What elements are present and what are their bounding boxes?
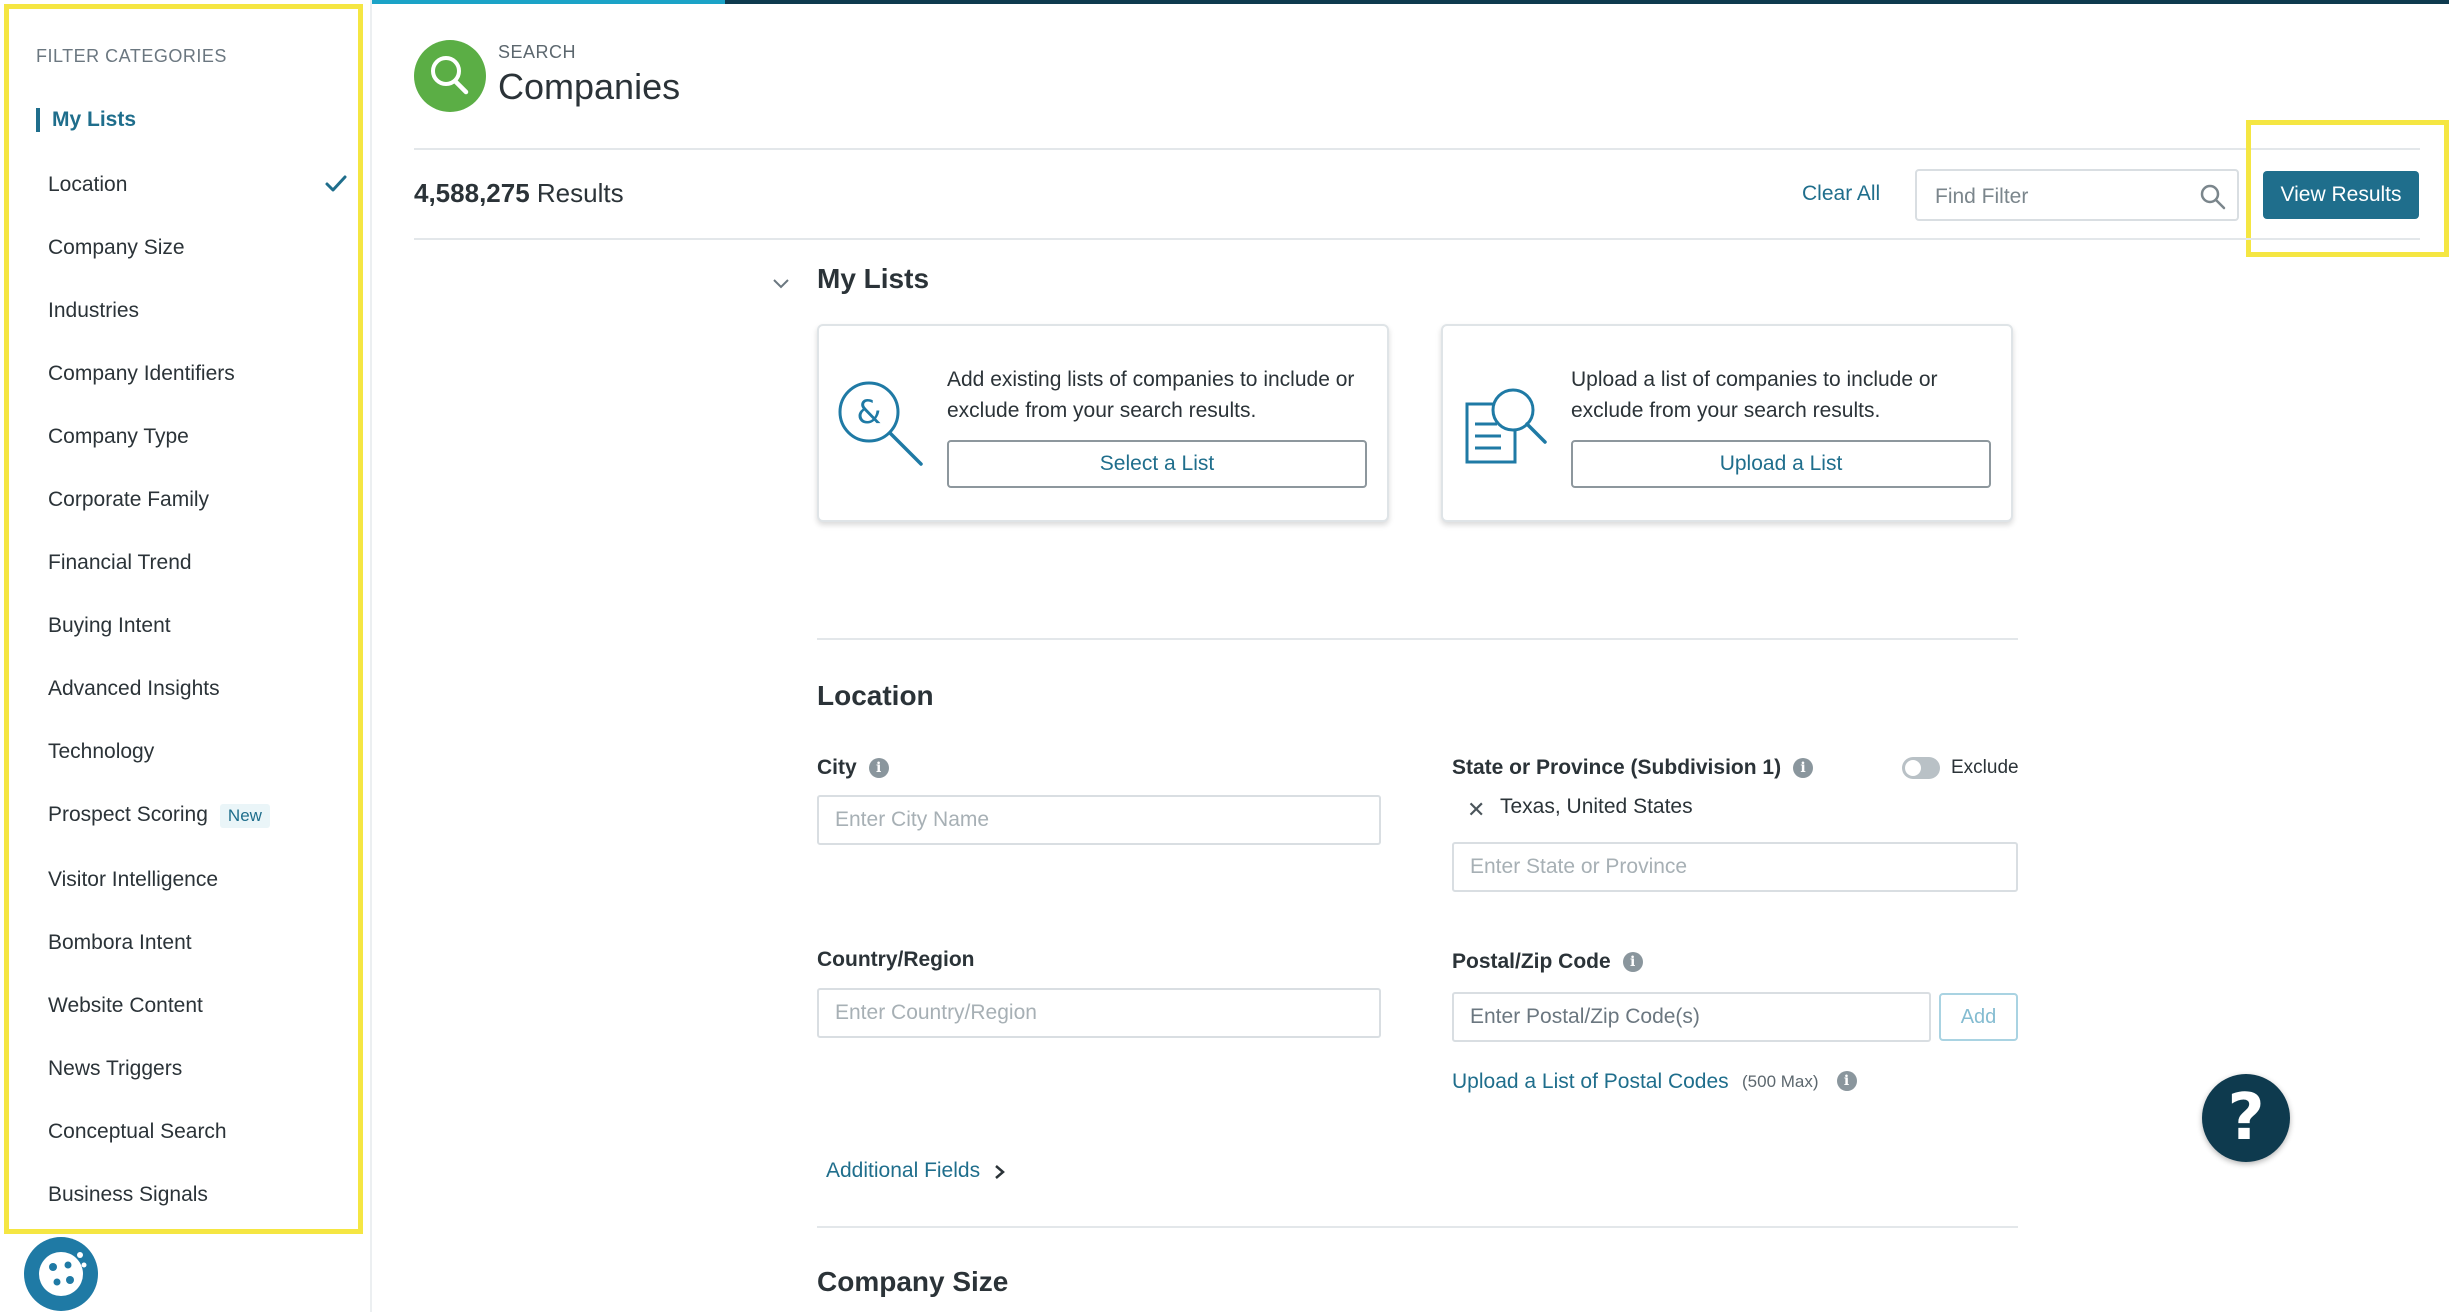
cookie-icon bbox=[39, 1252, 87, 1296]
divider bbox=[817, 638, 2018, 640]
sidebar-item-industries[interactable]: Industries bbox=[48, 299, 139, 323]
upload-list-button[interactable]: Upload a List bbox=[1571, 440, 1991, 488]
checkmark-icon bbox=[325, 175, 347, 192]
postal-input[interactable] bbox=[1454, 994, 1929, 1040]
upload-postal-codes-link[interactable]: Upload a List of Postal Codes bbox=[1452, 1070, 1729, 1094]
field-label-text: Postal/Zip Code bbox=[1452, 950, 1611, 973]
max-note: (500 Max) i bbox=[1742, 1071, 1857, 1092]
remove-selection-icon[interactable]: ✕ bbox=[1467, 797, 1485, 823]
field-label-text: State or Province (Subdivision 1) bbox=[1452, 756, 1782, 779]
sidebar-item-website-content[interactable]: Website Content bbox=[48, 994, 203, 1018]
divider bbox=[414, 238, 2420, 240]
help-button[interactable]: ? bbox=[2202, 1074, 2290, 1162]
sidebar-item-buying-intent[interactable]: Buying Intent bbox=[48, 614, 171, 638]
sidebar-item-financial-trend[interactable]: Financial Trend bbox=[48, 551, 192, 575]
search-label: SEARCH bbox=[498, 42, 577, 62]
filter-sidebar: FILTER CATEGORIES My Lists Location Comp… bbox=[0, 0, 372, 1312]
find-filter-input[interactable] bbox=[1933, 181, 2197, 213]
sidebar-item-news-triggers[interactable]: News Triggers bbox=[48, 1057, 182, 1081]
additional-fields-link[interactable]: Additional Fields bbox=[826, 1159, 980, 1183]
add-postal-button[interactable]: Add bbox=[1939, 993, 2018, 1041]
country-input[interactable] bbox=[819, 990, 1379, 1036]
info-icon[interactable]: i bbox=[868, 758, 889, 778]
sidebar-item-conceptual-search[interactable]: Conceptual Search bbox=[48, 1120, 227, 1144]
results-number: 4,588,275 bbox=[414, 178, 530, 208]
postal-label: Postal/Zip Code i bbox=[1452, 950, 1643, 974]
select-list-card: & Add existing lists of companies to inc… bbox=[817, 324, 1389, 522]
clear-all-link[interactable]: Clear All bbox=[1802, 182, 1880, 206]
sidebar-item-bombora-intent[interactable]: Bombora Intent bbox=[48, 931, 192, 955]
chevron-down-icon[interactable] bbox=[770, 272, 792, 294]
exclude-label: Exclude bbox=[1951, 757, 2019, 778]
new-badge: New bbox=[219, 804, 270, 828]
search-icon[interactable] bbox=[2199, 183, 2227, 211]
toggle-knob bbox=[1905, 760, 1921, 776]
divider bbox=[414, 148, 2420, 150]
section-title-location: Location bbox=[817, 680, 934, 711]
city-label: City i bbox=[817, 756, 889, 780]
results-count: 4,588,275 Results bbox=[414, 178, 624, 209]
page-title: Companies bbox=[498, 66, 681, 107]
results-label: Results bbox=[536, 178, 624, 208]
sidebar-item-technology[interactable]: Technology bbox=[48, 740, 154, 764]
list-search-icon: & bbox=[838, 381, 923, 466]
max-note-text: (500 Max) bbox=[1742, 1072, 1819, 1091]
sidebar-item-business-signals[interactable]: Business Signals bbox=[48, 1183, 208, 1207]
postal-field[interactable] bbox=[1452, 992, 1931, 1042]
sidebar-item-company-size[interactable]: Company Size bbox=[48, 236, 185, 260]
sidebar-item-location[interactable]: Location bbox=[48, 173, 127, 197]
city-input[interactable] bbox=[819, 797, 1379, 843]
cookie-settings-button[interactable] bbox=[24, 1237, 98, 1311]
sidebar-item-advanced-insights[interactable]: Advanced Insights bbox=[48, 677, 220, 701]
section-title-my-lists: My Lists bbox=[817, 263, 930, 294]
divider bbox=[817, 1226, 2018, 1228]
sidebar-item-label: Prospect Scoring bbox=[48, 803, 208, 826]
sidebar-title: FILTER CATEGORIES bbox=[36, 46, 227, 66]
find-filter-field[interactable] bbox=[1915, 169, 2239, 221]
info-icon[interactable]: i bbox=[1836, 1071, 1857, 1091]
sidebar-item-visitor-intelligence[interactable]: Visitor Intelligence bbox=[48, 868, 218, 892]
chevron-right-icon[interactable] bbox=[993, 1163, 1007, 1181]
country-field[interactable] bbox=[817, 988, 1381, 1038]
top-progress-accent bbox=[372, 0, 725, 4]
search-icon bbox=[414, 40, 486, 112]
sidebar-item-my-lists[interactable]: My Lists bbox=[36, 108, 136, 132]
state-field[interactable] bbox=[1452, 842, 2018, 892]
country-label: Country/Region bbox=[817, 948, 975, 971]
sidebar-item-company-type[interactable]: Company Type bbox=[48, 425, 189, 449]
select-list-button[interactable]: Select a List bbox=[947, 440, 1367, 488]
sidebar-item-corporate-family[interactable]: Corporate Family bbox=[48, 488, 209, 512]
state-input[interactable] bbox=[1454, 844, 2016, 890]
exclude-toggle[interactable] bbox=[1902, 757, 1940, 779]
card-description: Upload a list of companies to include or… bbox=[1571, 368, 1938, 422]
sidebar-item-prospect-scoring[interactable]: Prospect Scoring New bbox=[48, 803, 270, 828]
svg-text:&: & bbox=[857, 393, 882, 431]
document-search-icon bbox=[1465, 388, 1547, 464]
selected-state: Texas, United States bbox=[1500, 795, 1693, 818]
state-label: State or Province (Subdivision 1) i bbox=[1452, 756, 1814, 780]
card-description: Add existing lists of companies to inclu… bbox=[947, 368, 1355, 422]
info-icon[interactable]: i bbox=[1622, 952, 1643, 972]
city-field[interactable] bbox=[817, 795, 1381, 845]
view-results-button[interactable]: View Results bbox=[2263, 171, 2419, 219]
section-title-company-size: Company Size bbox=[817, 1266, 1009, 1297]
sidebar-item-company-identifiers[interactable]: Company Identifiers bbox=[48, 362, 235, 386]
field-label-text: City bbox=[817, 756, 857, 779]
upload-list-card: Upload a list of companies to include or… bbox=[1441, 324, 2013, 522]
info-icon[interactable]: i bbox=[1793, 758, 1814, 778]
